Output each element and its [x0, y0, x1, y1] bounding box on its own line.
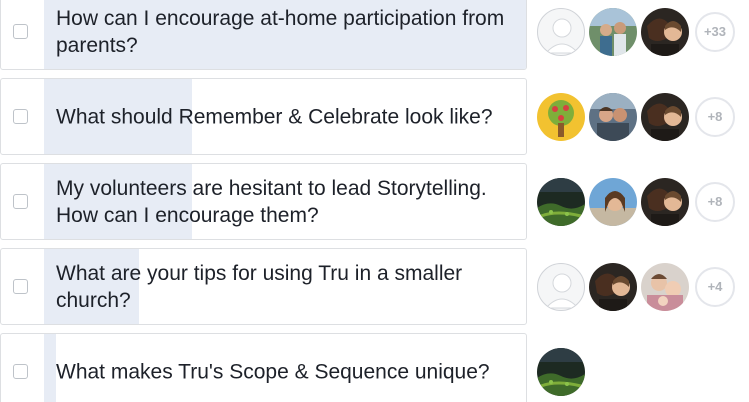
voter-avatars[interactable]: +8: [537, 92, 735, 141]
landscape-photo[interactable]: [537, 347, 585, 396]
family-photo[interactable]: [589, 7, 637, 56]
poll-option-box[interactable]: How can I encourage at-home participatio…: [0, 0, 527, 70]
option-label: What makes Tru's Scope & Sequence unique…: [56, 360, 490, 383]
poll-option[interactable]: My volunteers are hesitant to lead Story…: [0, 163, 749, 240]
poll-option[interactable]: What are your tips for using Tru in a sm…: [0, 248, 749, 325]
poll-option[interactable]: What makes Tru's Scope & Sequence unique…: [0, 333, 749, 402]
family-photo[interactable]: [641, 262, 689, 311]
couple-photo[interactable]: [641, 7, 689, 56]
default-avatar-icon[interactable]: [537, 262, 585, 311]
option-label: What are your tips for using Tru in a sm…: [56, 261, 463, 312]
poll-option-box[interactable]: My volunteers are hesitant to lead Story…: [0, 163, 527, 240]
landscape-photo[interactable]: [537, 177, 585, 226]
more-voters-badge[interactable]: +4: [695, 266, 735, 307]
couple-photo[interactable]: [589, 262, 637, 311]
voter-avatars[interactable]: [537, 347, 589, 396]
option-checkbox[interactable]: [13, 23, 28, 39]
woman-photo[interactable]: [589, 177, 637, 226]
vote-share-bar: [44, 334, 56, 402]
poll-options-list: How can I encourage at-home participatio…: [0, 0, 749, 402]
more-voters-badge[interactable]: +8: [695, 96, 735, 137]
option-checkbox[interactable]: [13, 278, 28, 294]
poll-option[interactable]: What should Remember & Celebrate look li…: [0, 78, 749, 155]
option-label: What should Remember & Celebrate look li…: [56, 105, 493, 128]
more-voters-badge[interactable]: +8: [695, 181, 735, 222]
voter-avatars[interactable]: +4: [537, 262, 735, 311]
option-checkbox[interactable]: [13, 193, 28, 209]
option-label: My volunteers are hesitant to lead Story…: [56, 176, 487, 227]
option-label: How can I encourage at-home participatio…: [56, 6, 505, 57]
more-voters-badge[interactable]: +33: [695, 11, 735, 52]
poll-option-box[interactable]: What are your tips for using Tru in a sm…: [0, 248, 527, 325]
poll-option-box[interactable]: What makes Tru's Scope & Sequence unique…: [0, 333, 527, 402]
default-avatar-icon[interactable]: [537, 7, 585, 56]
poll-option-box[interactable]: What should Remember & Celebrate look li…: [0, 78, 527, 155]
tree-illustration[interactable]: [537, 92, 585, 141]
couple-photo[interactable]: [589, 92, 637, 141]
option-checkbox[interactable]: [13, 363, 28, 379]
voter-avatars[interactable]: +33: [537, 7, 735, 56]
option-checkbox[interactable]: [13, 108, 28, 124]
voter-avatars[interactable]: +8: [537, 177, 735, 226]
couple-photo[interactable]: [641, 177, 689, 226]
poll-option[interactable]: How can I encourage at-home participatio…: [0, 0, 749, 70]
couple-photo[interactable]: [641, 92, 689, 141]
